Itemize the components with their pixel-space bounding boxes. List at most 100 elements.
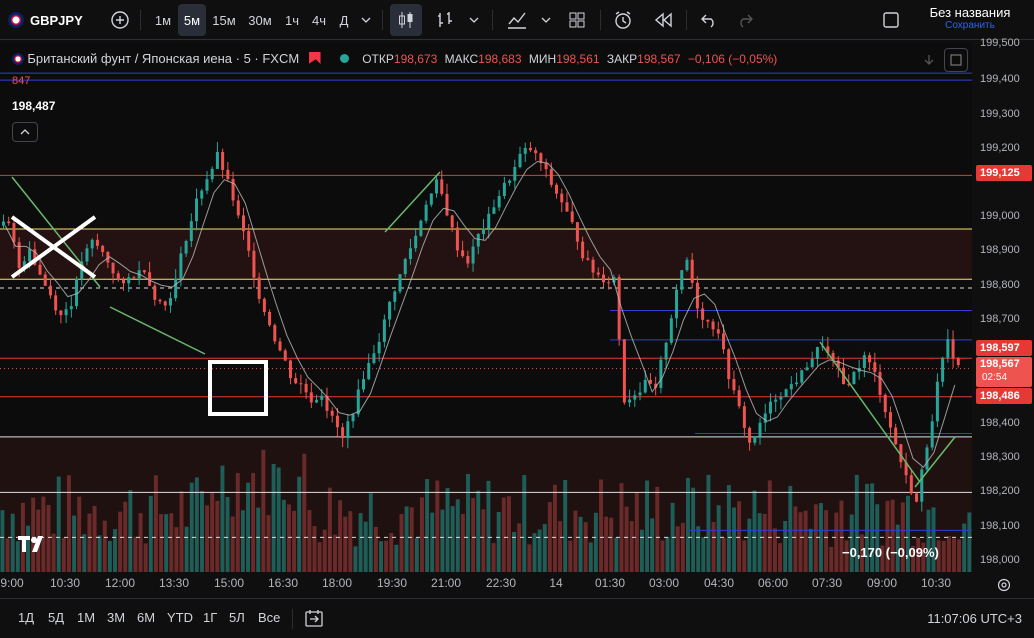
candle-body — [800, 370, 804, 383]
candle-body — [388, 301, 392, 320]
axis-settings-gear-icon[interactable] — [990, 575, 1018, 595]
volume-bar — [578, 516, 583, 572]
candle-body — [570, 211, 574, 223]
candle-body — [2, 221, 5, 226]
bars-style-icon[interactable] — [430, 4, 460, 36]
price-axis[interactable]: 199,500 199,400 199,300 199,200 199,000 … — [972, 37, 1034, 572]
volume-bar — [450, 506, 455, 572]
volume-bar — [931, 507, 936, 572]
volume-bar — [246, 482, 250, 572]
candle-body — [482, 228, 485, 234]
range-ytd[interactable]: YTD — [167, 610, 193, 625]
volume-bar — [455, 499, 460, 572]
chevron-down-icon[interactable] — [356, 4, 376, 36]
volume-bar — [373, 526, 378, 572]
range-6m[interactable]: 6М — [137, 610, 155, 625]
layout-grid-icon[interactable] — [562, 4, 592, 36]
volume-bar — [757, 513, 762, 572]
candle-body — [356, 389, 360, 415]
y-tick: 199,400 — [980, 73, 1020, 85]
alert-clock-icon[interactable] — [608, 4, 638, 36]
candle-body — [440, 179, 444, 194]
candle-body — [774, 399, 778, 402]
candle-body — [28, 249, 32, 262]
candle-body — [789, 384, 793, 390]
range-5y[interactable]: 5Л — [229, 610, 245, 625]
volume-bar — [481, 509, 486, 572]
candles-icon[interactable] — [390, 4, 422, 36]
candle-body — [466, 256, 470, 264]
collapse-legend-button[interactable] — [12, 122, 38, 142]
volume-bar — [425, 479, 430, 572]
volume-bar — [333, 534, 337, 572]
y-tick: 198,700 — [980, 313, 1020, 325]
range-1d[interactable]: 1Д — [18, 610, 34, 625]
volume-bar — [394, 544, 399, 572]
volume-bar — [276, 467, 281, 572]
tradingview-logo[interactable] — [16, 534, 50, 554]
candle-body — [487, 213, 491, 229]
volume-bar — [680, 522, 685, 572]
volume-bar — [558, 521, 563, 572]
candle-body — [497, 196, 501, 208]
volume-bar — [803, 510, 808, 572]
volume-bar — [824, 510, 829, 572]
volume-bar — [312, 526, 317, 572]
candle-body — [85, 248, 89, 262]
low-value: 198,561 — [556, 52, 600, 66]
range-5d[interactable]: 5Д — [48, 610, 64, 625]
time-axis[interactable]: 9:00 10:30 12:00 13:30 15:00 16:30 18:00… — [0, 572, 972, 596]
candle-body — [153, 285, 157, 300]
range-3m[interactable]: 3М — [107, 610, 125, 625]
volume-bar — [102, 520, 107, 572]
maximize-icon[interactable] — [944, 48, 968, 72]
price-tag-level: 199,125 — [976, 165, 1032, 181]
symbol-search-button[interactable]: GBPJPY — [8, 4, 98, 36]
interval-day[interactable]: Д — [334, 4, 354, 36]
volume-bar — [655, 486, 660, 572]
volume-bar — [506, 496, 511, 572]
range-all[interactable]: Все — [258, 610, 280, 625]
undo-icon[interactable] — [694, 4, 724, 36]
goto-date-icon[interactable] — [304, 608, 326, 630]
candle-body — [748, 427, 752, 443]
candle-body — [38, 264, 42, 275]
volume-bar — [153, 475, 158, 572]
volume-bar — [82, 534, 87, 572]
interval-15m[interactable]: 15м — [208, 4, 240, 36]
interval-5m[interactable]: 5м — [178, 4, 206, 36]
candle-body — [471, 246, 475, 264]
range-1m[interactable]: 1М — [77, 610, 95, 625]
volume-bar — [967, 512, 972, 572]
indicators-icon[interactable] — [502, 4, 532, 36]
layout-checkbox-icon[interactable] — [876, 4, 906, 36]
x-tick: 22:30 — [485, 576, 517, 590]
x-tick: 21:00 — [430, 576, 462, 590]
candle-body — [664, 342, 668, 360]
candle-body — [283, 350, 287, 361]
candle-body — [215, 151, 219, 169]
open-label: ОТКР — [362, 52, 394, 66]
interval-30m[interactable]: 30м — [244, 4, 276, 36]
chevron-down-icon[interactable] — [536, 4, 556, 36]
candle-body — [262, 298, 266, 312]
chart-pane[interactable]: Британский фунт / Японская иена · 5 · FX… — [0, 42, 972, 572]
save-link[interactable]: Сохранить — [912, 20, 1028, 31]
candle-body — [596, 272, 600, 275]
interval-1h[interactable]: 1ч — [280, 4, 304, 36]
range-1y[interactable]: 1Г — [203, 610, 217, 625]
interval-1m[interactable]: 1м — [150, 4, 176, 36]
candle-body — [523, 147, 527, 154]
layout-name-block[interactable]: Без названия Сохранить — [912, 5, 1028, 31]
replay-icon[interactable] — [648, 4, 678, 36]
redo-icon[interactable] — [730, 4, 760, 36]
chevron-down-icon[interactable] — [464, 4, 484, 36]
volume-bar — [133, 536, 138, 572]
arrow-down-icon[interactable] — [918, 50, 940, 70]
candle-body — [586, 258, 590, 260]
candle-body — [946, 339, 950, 358]
interval-4h[interactable]: 4ч — [306, 4, 332, 36]
clock-time[interactable]: 11:07:06 UTC+3 — [927, 611, 1022, 626]
add-symbol-icon[interactable] — [108, 4, 132, 36]
volume-bar — [875, 504, 880, 572]
